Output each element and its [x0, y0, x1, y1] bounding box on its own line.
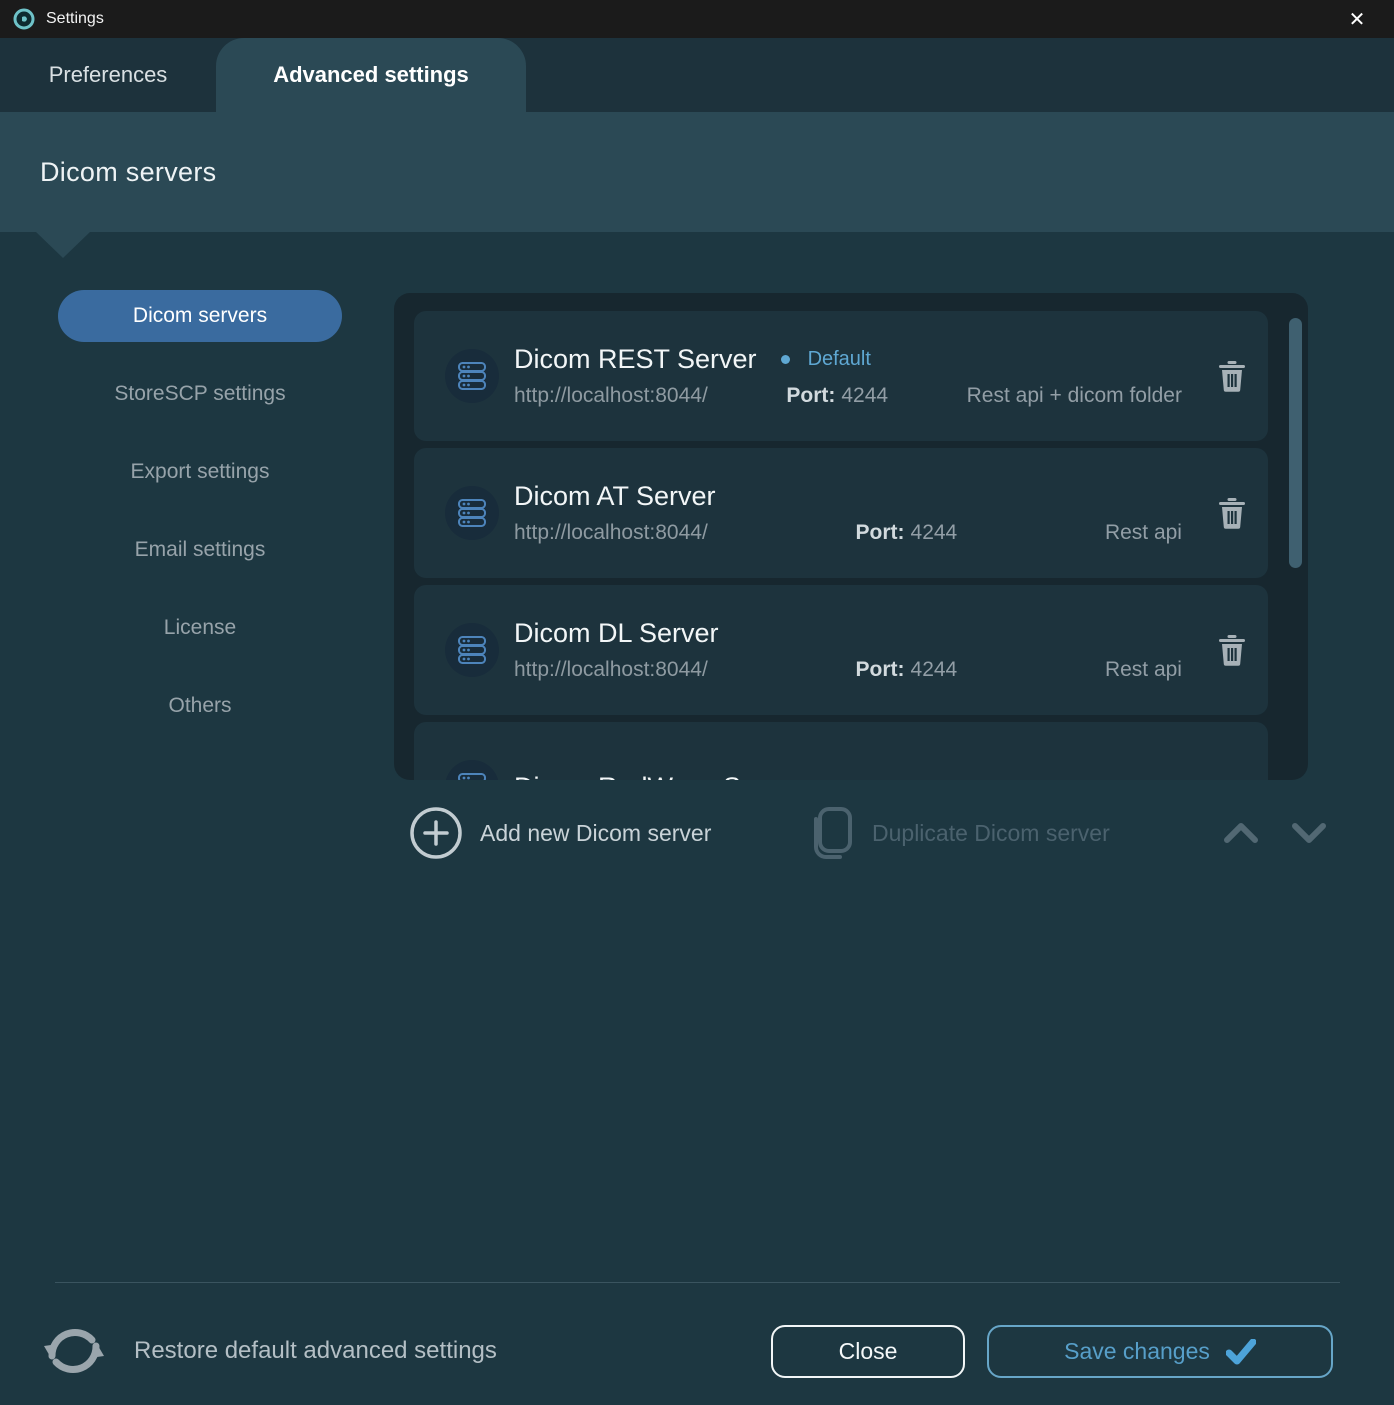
save-changes-button[interactable]: Save changes: [987, 1325, 1333, 1378]
default-dot-icon: [781, 355, 790, 364]
server-row[interactable]: Dicom DL Server http://localhost:8044/ P…: [414, 585, 1268, 715]
server-url: http://localhost:8044/: [514, 521, 708, 545]
server-stack-icon: [445, 349, 499, 403]
default-badge: Default: [781, 348, 871, 371]
tab-preferences[interactable]: Preferences: [0, 38, 216, 112]
server-url: http://localhost:8044/: [514, 384, 708, 408]
server-url: http://localhost:8044/: [514, 658, 708, 682]
plus-circle-icon: [408, 805, 464, 861]
duplicate-server-button[interactable]: Duplicate Dicom server: [804, 805, 1110, 861]
refresh-arrows-icon: [42, 1318, 106, 1384]
server-port: Port:4244: [786, 384, 888, 408]
server-name: Dicom RadWave Server: [514, 772, 803, 781]
list-actions: Add new Dicom server Duplicate Dicom ser…: [394, 805, 1344, 871]
server-name: Dicom AT Server: [514, 481, 716, 512]
titlebar: Settings ✕: [0, 0, 1394, 38]
server-name: Dicom DL Server: [514, 618, 719, 649]
trash-icon[interactable]: [1218, 360, 1246, 392]
app-logo-icon: [12, 7, 36, 31]
footer-divider: [55, 1282, 1340, 1283]
move-up-button[interactable]: [1222, 813, 1260, 853]
window-title: Settings: [46, 10, 104, 28]
server-row[interactable]: Dicom AT Server http://localhost:8044/ P…: [414, 448, 1268, 578]
copy-icon: [804, 805, 858, 861]
add-server-button[interactable]: Add new Dicom server: [408, 805, 711, 861]
server-stack-icon: [445, 760, 499, 780]
server-name: Dicom REST Server: [514, 344, 757, 375]
tabbar: Preferences Advanced settings: [0, 38, 1394, 112]
page-title: Dicom servers: [40, 157, 216, 188]
server-type: Rest api: [1105, 658, 1182, 682]
server-type: Rest api + dicom folder: [967, 384, 1182, 408]
settings-window: Settings ✕ Preferences Advanced settings…: [0, 0, 1394, 1405]
tab-advanced-settings[interactable]: Advanced settings: [216, 38, 526, 112]
list-scrollbar[interactable]: [1289, 318, 1302, 568]
server-type: Rest api: [1105, 521, 1182, 545]
restore-defaults-button[interactable]: Restore default advanced settings: [42, 1318, 497, 1384]
sidebar-item-dicom-servers[interactable]: Dicom servers: [58, 290, 342, 342]
move-down-button[interactable]: [1290, 813, 1328, 853]
sidebar-item-others[interactable]: Others: [58, 680, 342, 732]
trash-icon[interactable]: [1218, 634, 1246, 666]
header-pointer: [36, 232, 90, 258]
server-stack-icon: [445, 623, 499, 677]
sidebar-item-storescp-settings[interactable]: StoreSCP settings: [58, 368, 342, 420]
sidebar-item-email-settings[interactable]: Email settings: [58, 524, 342, 576]
settings-sidebar: Dicom servers StoreSCP settings Export s…: [0, 290, 400, 758]
trash-icon[interactable]: [1218, 497, 1246, 529]
checkmark-icon: [1226, 1339, 1256, 1365]
server-port: Port:4244: [856, 658, 958, 682]
window-close-button[interactable]: ✕: [1334, 0, 1380, 38]
sidebar-item-export-settings[interactable]: Export settings: [58, 446, 342, 498]
server-row[interactable]: Dicom REST Server Default http://localho…: [414, 311, 1268, 441]
server-stack-icon: [445, 486, 499, 540]
section-header: Dicom servers: [0, 112, 1394, 232]
close-button[interactable]: Close: [771, 1325, 965, 1378]
dicom-server-list: Dicom REST Server Default http://localho…: [394, 293, 1308, 780]
server-port: Port:4244: [856, 521, 958, 545]
server-row[interactable]: Dicom RadWave Server: [414, 722, 1268, 780]
sidebar-item-license[interactable]: License: [58, 602, 342, 654]
